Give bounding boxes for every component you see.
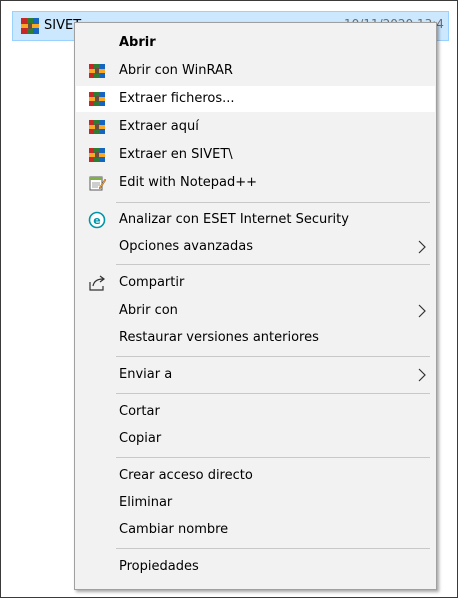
chevron-right-icon: [418, 368, 426, 382]
menu-item-label: Cambiar nombre: [119, 522, 229, 537]
menu-item-label: Abrir con WinRAR: [119, 63, 233, 78]
menu-item-abrir-con-winrar[interactable]: Abrir con WinRAR: [76, 58, 435, 84]
menu-item-eliminar[interactable]: Eliminar: [76, 490, 435, 516]
menu-item-extraer-ficheros[interactable]: Extraer ficheros...: [76, 86, 435, 112]
menu-item-cambiar-nombre[interactable]: Cambiar nombre: [76, 517, 435, 543]
menu-item-label: Compartir: [119, 275, 185, 290]
menu-item-label: Copiar: [119, 431, 162, 446]
menu-item-label: Restaurar versiones anteriores: [119, 330, 319, 345]
menu-item-extraer-en-carpeta[interactable]: Extraer en SIVET\: [76, 142, 435, 168]
menu-item-label: Extraer en SIVET\: [119, 147, 233, 162]
menu-item-crear-acceso-directo[interactable]: Crear acceso directo: [76, 463, 435, 489]
winrar-icon: [89, 64, 105, 78]
menu-item-label: Extraer ficheros...: [119, 91, 235, 106]
menu-item-label: Enviar a: [119, 367, 173, 382]
menu-separator: [116, 264, 430, 265]
eset-icon: e: [88, 211, 106, 229]
menu-item-label: Cortar: [119, 404, 160, 419]
svg-text:e: e: [93, 214, 100, 227]
menu-item-label: Extraer aquí: [119, 119, 199, 134]
menu-item-extraer-aqui[interactable]: Extraer aquí: [76, 114, 435, 140]
share-icon: [89, 275, 105, 291]
menu-item-analizar-eset[interactable]: e Analizar con ESET Internet Security: [76, 207, 435, 233]
menu-item-label: Eliminar: [119, 495, 173, 510]
menu-separator: [116, 356, 430, 357]
menu-item-cortar[interactable]: Cortar: [76, 399, 435, 425]
menu-separator: [116, 202, 430, 203]
menu-item-label: Crear acceso directo: [119, 468, 253, 483]
menu-item-label: Abrir: [119, 35, 156, 50]
menu-item-label: Edit with Notepad++: [119, 175, 258, 190]
menu-item-abrir-con[interactable]: Abrir con: [76, 298, 435, 324]
menu-item-abrir[interactable]: Abrir: [76, 30, 435, 56]
context-menu: Abrir Abrir con WinRAR Extraer ficheros.…: [74, 22, 437, 590]
winrar-icon: [89, 92, 105, 106]
menu-separator: [116, 548, 430, 549]
notepad-plus-plus-icon: [89, 176, 106, 191]
menu-item-propiedades[interactable]: Propiedades: [76, 554, 435, 580]
explorer-window: SIVET 10/11/2020 13:40 Abrir Abrir con W…: [0, 0, 458, 598]
menu-item-restaurar-versiones[interactable]: Restaurar versiones anteriores: [76, 325, 435, 351]
menu-item-label: Opciones avanzadas: [119, 239, 253, 254]
winrar-archive-icon: [21, 18, 39, 34]
menu-item-enviar-a[interactable]: Enviar a: [76, 362, 435, 388]
menu-item-copiar[interactable]: Copiar: [76, 426, 435, 452]
menu-item-label: Propiedades: [119, 559, 199, 574]
winrar-icon: [89, 120, 105, 134]
menu-item-compartir[interactable]: Compartir: [76, 270, 435, 296]
winrar-icon: [89, 148, 105, 162]
menu-item-opciones-avanzadas[interactable]: Opciones avanzadas: [76, 234, 435, 260]
menu-item-edit-with-notepad[interactable]: Edit with Notepad++: [76, 170, 435, 196]
menu-separator: [116, 393, 430, 394]
menu-separator: [116, 457, 430, 458]
chevron-right-icon: [418, 304, 426, 318]
menu-item-label: Abrir con: [119, 303, 178, 318]
menu-item-label: Analizar con ESET Internet Security: [119, 212, 349, 227]
chevron-right-icon: [418, 240, 426, 254]
